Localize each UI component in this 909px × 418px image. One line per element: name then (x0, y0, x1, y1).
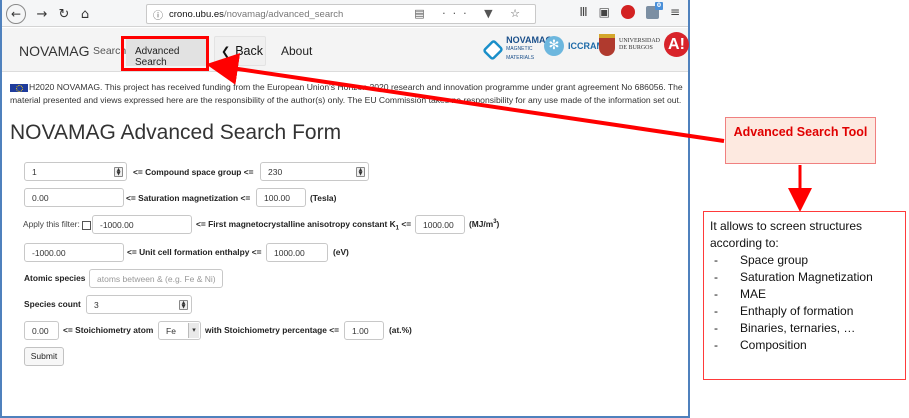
stoichiometry-unit: (at.%) (389, 325, 412, 335)
enthalpy-label: <= Unit cell formation enthalpy <= (127, 247, 262, 257)
spinner-icon[interactable]: ▲ ▼ (356, 167, 365, 177)
stoichiometry-atom-value: Fe (166, 325, 176, 336)
anisotropy-max-input[interactable]: 1000.00 (415, 215, 465, 234)
nav-back-label: Back (235, 44, 264, 58)
ubu-logo-line1: UNIVERSIDAD (619, 38, 660, 44)
enthalpy-min-input[interactable]: -1000.00 (24, 243, 124, 262)
nav-back-button[interactable]: ❮ Back (214, 36, 266, 66)
back-icon[interactable]: ← (6, 4, 26, 24)
stoichiometry-min-value: 0.00 (32, 325, 49, 336)
apply-filter-label: Apply this filter: (23, 219, 80, 229)
stoichiometry-atom-label: <= Stoichiometry atom (63, 325, 154, 335)
chevron-down-icon[interactable]: ▾ (188, 323, 199, 338)
nav-about-link[interactable]: About (281, 44, 312, 58)
url-path: /novamag/advanced_search (223, 8, 344, 20)
space-group-min-value: 1 (32, 166, 37, 177)
chevron-left-icon: ❮ (221, 45, 231, 58)
nav-brand[interactable]: NOVAMAG (19, 43, 90, 59)
info-icon[interactable]: ⓘ (153, 7, 163, 22)
stoichiometry-percentage-input[interactable]: 1.00 (344, 321, 384, 340)
adblock-icon[interactable] (620, 5, 635, 19)
space-group-min-input[interactable]: 1 ▲ ▼ (24, 162, 127, 181)
page-title: NOVAMAG Advanced Search Form (10, 121, 342, 144)
space-group-max-input[interactable]: 230 ▲ ▼ (260, 162, 369, 181)
browser-extension-bar: Ⅲ ▣ 0 ≡ (579, 1, 680, 19)
iccram-logo: ✻ ICCRAM (544, 36, 604, 56)
sidebar-icon[interactable]: ▣ (599, 5, 610, 19)
library-icon[interactable]: Ⅲ (579, 5, 587, 19)
anisotropy-label: <= First magnetocrystalline anisotropy c… (196, 219, 411, 232)
enthalpy-max-value: 1000.00 (274, 247, 305, 258)
extension-icon[interactable]: 0 (645, 1, 663, 19)
ubu-logo-line2: DE BURGOS (619, 45, 653, 51)
sat-mag-unit: (Tesla) (310, 193, 337, 203)
species-count-value: 3 (94, 299, 99, 310)
spinner-icon[interactable]: ▲ ▼ (179, 300, 188, 310)
spinner-icon[interactable]: ▲ ▼ (114, 167, 123, 177)
funding-notice: H2020 NOVAMAG. This project has received… (10, 81, 684, 107)
url-domain: crono.ubu.es (169, 8, 224, 20)
apply-filter-checkbox[interactable] (82, 221, 91, 230)
advanced-search-callout: Advanced Search Tool (725, 117, 876, 164)
list-item: Composition (710, 337, 905, 354)
eu-flag-icon (10, 83, 28, 92)
a-logo: A! (664, 32, 689, 57)
url-action-icons[interactable]: ▤ ··· ▼ ☆ (414, 7, 527, 20)
space-group-max-value: 230 (268, 166, 283, 177)
feature-list: Space group Saturation Magnetization MAE… (710, 252, 905, 354)
anisotropy-min-input[interactable]: -1000.00 (92, 215, 192, 234)
ubu-logo: UNIVERSIDAD DE BURGOS (599, 34, 660, 56)
enthalpy-min-value: -1000.00 (32, 247, 66, 258)
species-count-select[interactable]: 3 ▲ ▼ (86, 295, 192, 314)
note-intro: It allows to screen structures according… (710, 219, 863, 250)
anisotropy-label-post: <= (399, 219, 412, 229)
atomic-species-label: Atomic species (24, 273, 86, 283)
enthalpy-unit: (eV) (333, 247, 349, 257)
atomic-species-input[interactable]: atoms between & (e.g. Fe & Ni) (89, 269, 223, 288)
feature-list-note: It allows to screen structures according… (703, 211, 906, 380)
enthalpy-max-input[interactable]: 1000.00 (266, 243, 328, 262)
anisotropy-label-text: <= First magnetocrystalline anisotropy c… (196, 219, 396, 229)
home-icon[interactable]: ⌂ (75, 4, 95, 24)
list-item: MAE (710, 286, 905, 303)
anisotropy-max-value: 1000.00 (423, 219, 454, 230)
sat-mag-max-input[interactable]: 100.00 (256, 188, 306, 207)
extension-badge: 0 (654, 1, 663, 10)
species-count-label: Species count (24, 299, 81, 309)
sat-mag-min-value: 0.00 (32, 192, 49, 203)
university-shield-icon (599, 34, 615, 56)
browser-window: ← → ↻ ⌂ ⓘ crono.ubu.es/novamag/advanced_… (0, 0, 690, 418)
stoichiometry-percentage-value: 1.00 (352, 325, 369, 336)
sat-mag-max-value: 100.00 (264, 192, 290, 203)
funding-text: H2020 NOVAMAG. This project has received… (10, 82, 683, 105)
list-item: Binaries, ternaries, … (710, 320, 905, 337)
advanced-search-highlight (121, 36, 209, 71)
url-bar[interactable]: ⓘ crono.ubu.es/novamag/advanced_search ▤… (146, 4, 536, 24)
forward-icon[interactable]: → (32, 4, 52, 24)
sat-mag-label: <= Saturation magnetization <= (126, 193, 251, 203)
stoichiometry-min-input[interactable]: 0.00 (24, 321, 59, 340)
atomic-species-placeholder: atoms between & (e.g. Fe & Ni) (97, 273, 216, 284)
list-item: Saturation Magnetization (710, 269, 905, 286)
anisotropy-min-value: -1000.00 (100, 219, 134, 230)
anisotropy-unit-post: ) (496, 219, 500, 229)
stoichiometry-atom-select[interactable]: Fe ▾ (158, 321, 201, 340)
anisotropy-unit: (MJ/m3) (469, 219, 499, 229)
sat-mag-min-input[interactable]: 0.00 (24, 188, 124, 207)
url-text: crono.ubu.es/novamag/advanced_search (169, 9, 343, 20)
space-group-label: <= Compound space group <= (133, 167, 254, 177)
list-item: Space group (710, 252, 905, 269)
reload-icon[interactable]: ↻ (54, 4, 74, 24)
stoichiometry-percentage-label: with Stoichiometry percentage <= (205, 325, 340, 335)
hamburger-menu-icon[interactable]: ≡ (670, 5, 680, 19)
anisotropy-unit-pre: (MJ/m (469, 219, 494, 229)
list-item: Enthaply of formation (710, 303, 905, 320)
submit-button[interactable]: Submit (24, 347, 64, 366)
snowflake-icon: ✻ (544, 36, 564, 56)
novamag-hexagon-icon (482, 38, 505, 61)
browser-toolbar: ← → ↻ ⌂ ⓘ crono.ubu.es/novamag/advanced_… (2, 0, 688, 27)
